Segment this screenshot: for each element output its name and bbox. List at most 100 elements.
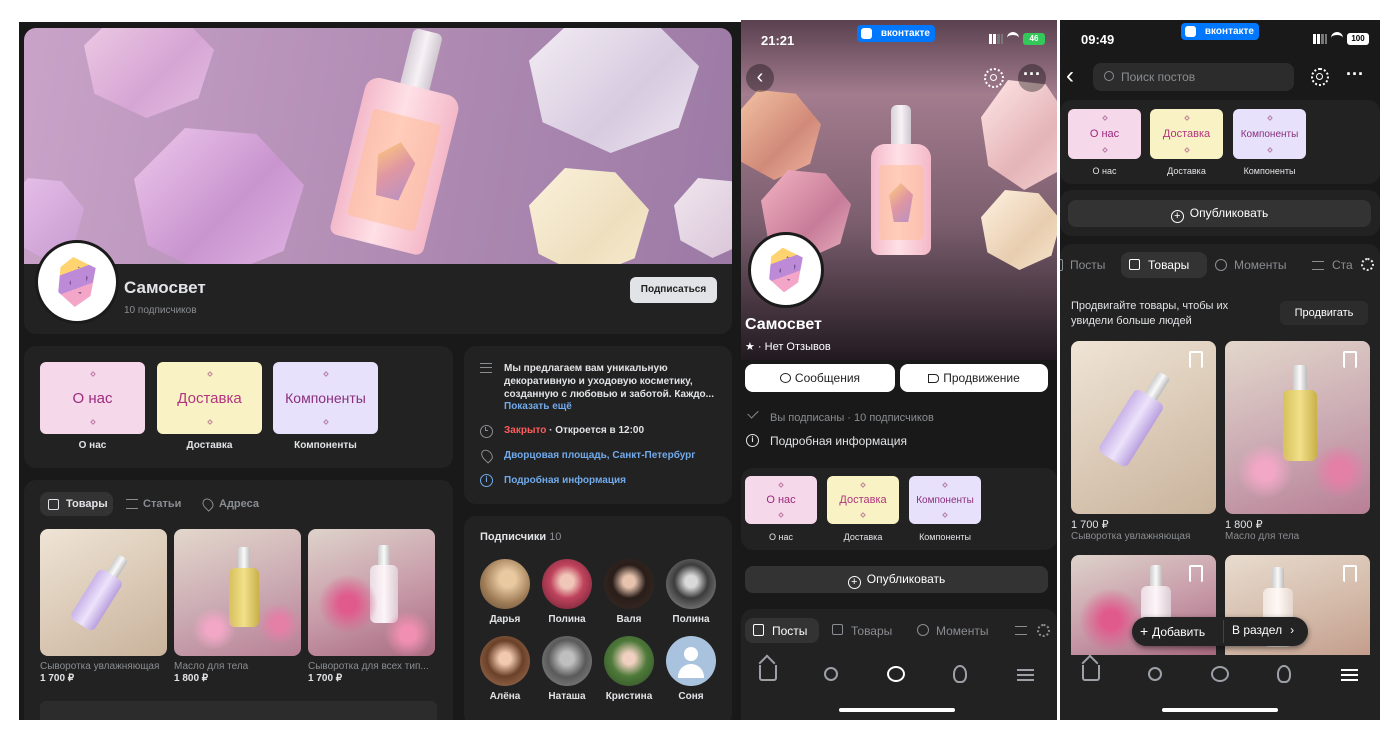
product-image[interactable] [308, 529, 435, 656]
signal-icon [989, 34, 1003, 44]
hamburger-menu-icon[interactable] [1017, 669, 1034, 681]
subscriber-count[interactable]: 10 подписчиков [124, 305, 197, 316]
more-dots-icon[interactable]: ··· [1346, 64, 1364, 84]
highlight-delivery[interactable]: Доставка [827, 476, 899, 524]
tab-articles[interactable]: Ста [1332, 258, 1353, 272]
follower-name[interactable]: Валя [599, 614, 659, 625]
highlight-components[interactable]: Компоненты [273, 362, 378, 434]
bookmark-icon[interactable] [1189, 565, 1203, 582]
tab-settings-gear-icon[interactable] [1361, 258, 1374, 271]
follower-name[interactable]: Алёна [475, 691, 535, 702]
avatar[interactable] [604, 636, 654, 686]
product-image[interactable] [40, 529, 167, 656]
moments-icon [917, 624, 929, 636]
follower-name[interactable]: Дарья [475, 614, 535, 625]
details-link[interactable]: Подробная информация [770, 434, 907, 448]
follower-name[interactable]: Кристина [599, 691, 659, 702]
search-input[interactable]: Поиск постов [1093, 63, 1294, 91]
settings-gear-icon[interactable] [984, 68, 1004, 88]
follower-name[interactable]: Соня [661, 691, 721, 702]
product-name[interactable]: Масло для тела [1225, 531, 1370, 542]
menu-lines-icon [480, 363, 492, 373]
bookmark-icon[interactable] [1343, 565, 1357, 582]
publish-button[interactable]: + Опубликовать [745, 566, 1048, 593]
megaphone-icon [928, 374, 940, 383]
more-dots-icon[interactable]: ··· [1018, 64, 1046, 92]
address-link[interactable]: Дворцовая площадь, Санкт-Петербург [504, 450, 695, 461]
highlight-about[interactable]: О нас [40, 362, 145, 434]
product-name[interactable]: Сыворотка увлажняющая [40, 661, 167, 672]
tab-addresses[interactable]: Адреса [219, 498, 259, 510]
bookmark-icon[interactable] [1343, 351, 1357, 368]
community-avatar[interactable] [748, 232, 824, 308]
home-icon[interactable] [758, 654, 777, 681]
back-button[interactable]: ‹ [1066, 62, 1074, 90]
star-icon: ★ [745, 341, 758, 353]
publish-button[interactable]: + Опубликовать [1068, 200, 1371, 227]
highlight-delivery[interactable]: Доставка [1150, 109, 1223, 159]
menu-lines-icon[interactable] [1015, 626, 1027, 635]
promote-button[interactable]: Продвигать [1280, 301, 1368, 325]
messages-button[interactable]: Сообщения [745, 364, 895, 392]
follower-name[interactable]: Полина [537, 614, 597, 625]
follower-name[interactable]: Наташа [537, 691, 597, 702]
tab-settings-gear-icon[interactable] [1037, 624, 1050, 637]
messenger-icon[interactable] [887, 666, 905, 682]
details-link[interactable]: Подробная информация [504, 475, 626, 486]
clock-icon [480, 425, 493, 438]
highlight-components[interactable]: Компоненты [909, 476, 981, 524]
avatar[interactable] [480, 636, 530, 686]
community-description: Мы предлагаем вам уникальную декоративну… [504, 363, 714, 400]
avatar[interactable] [480, 559, 530, 609]
avatar[interactable] [666, 559, 716, 609]
bag-icon [1129, 259, 1140, 270]
highlight-caption: О нас [1092, 166, 1117, 176]
settings-gear-icon[interactable] [1311, 68, 1329, 86]
highlight-caption: О нас [78, 440, 107, 451]
follower-name[interactable]: Полина [661, 614, 721, 625]
product-name[interactable]: Сыворотка увлажняющая [1071, 531, 1216, 542]
product-image[interactable] [174, 529, 301, 656]
avatar[interactable] [542, 559, 592, 609]
product-name[interactable]: Сыворотка для всех тип... [308, 661, 435, 672]
messenger-icon[interactable] [1211, 666, 1229, 682]
tab-goods[interactable]: Товары [851, 624, 892, 638]
avatar-placeholder[interactable] [666, 636, 716, 686]
add-button[interactable]: + Добавить [1140, 623, 1205, 639]
tab-articles[interactable]: Статьи [143, 498, 181, 510]
highlight-components[interactable]: Компоненты [1233, 109, 1306, 159]
info-circle-icon: i [480, 474, 493, 487]
show-more-link[interactable]: Показать ещё [504, 401, 572, 412]
bookmark-icon[interactable] [1189, 351, 1203, 368]
highlight-about[interactable]: О нас [1068, 109, 1141, 159]
hamburger-menu-icon[interactable] [1341, 669, 1358, 681]
search-placeholder: Поиск постов [1121, 70, 1196, 84]
subscribe-button[interactable]: Подписаться [630, 277, 717, 303]
highlight-delivery[interactable]: Доставка [157, 362, 262, 434]
highlight-caption: Компоненты [294, 440, 357, 451]
posts-icon [1060, 259, 1063, 271]
phone-screenshot-goods: 09:49 вконтакте 100 ‹ Поиск постов ··· О… [1060, 20, 1380, 720]
home-icon[interactable] [1081, 654, 1100, 681]
product-name[interactable]: Масло для тела [174, 661, 301, 672]
tab-moments[interactable]: Моменты [936, 624, 988, 638]
clips-icon[interactable] [1277, 665, 1291, 683]
back-button[interactable]: ‹ [746, 64, 774, 92]
show-all-bar[interactable] [40, 701, 437, 720]
articles-icon [126, 499, 138, 509]
search-icon[interactable] [824, 667, 838, 681]
avatar[interactable] [604, 559, 654, 609]
vk-badge: вконтакте [857, 25, 935, 42]
clips-icon[interactable] [953, 665, 967, 683]
vk-logo-icon [1185, 26, 1196, 37]
subscribed-status[interactable]: Вы подписаны · 10 подписчиков [770, 412, 934, 424]
highlight-about[interactable]: О нас [745, 476, 817, 524]
to-section-button[interactable]: В раздел › [1232, 623, 1294, 637]
search-icon[interactable] [1148, 667, 1162, 681]
tab-posts[interactable]: Посты [1070, 258, 1105, 272]
community-name: Самосвет [745, 316, 822, 333]
avatar[interactable] [542, 636, 592, 686]
promotion-button[interactable]: Продвижение [900, 364, 1048, 392]
community-avatar[interactable] [35, 240, 119, 324]
tab-moments[interactable]: Моменты [1234, 258, 1286, 272]
